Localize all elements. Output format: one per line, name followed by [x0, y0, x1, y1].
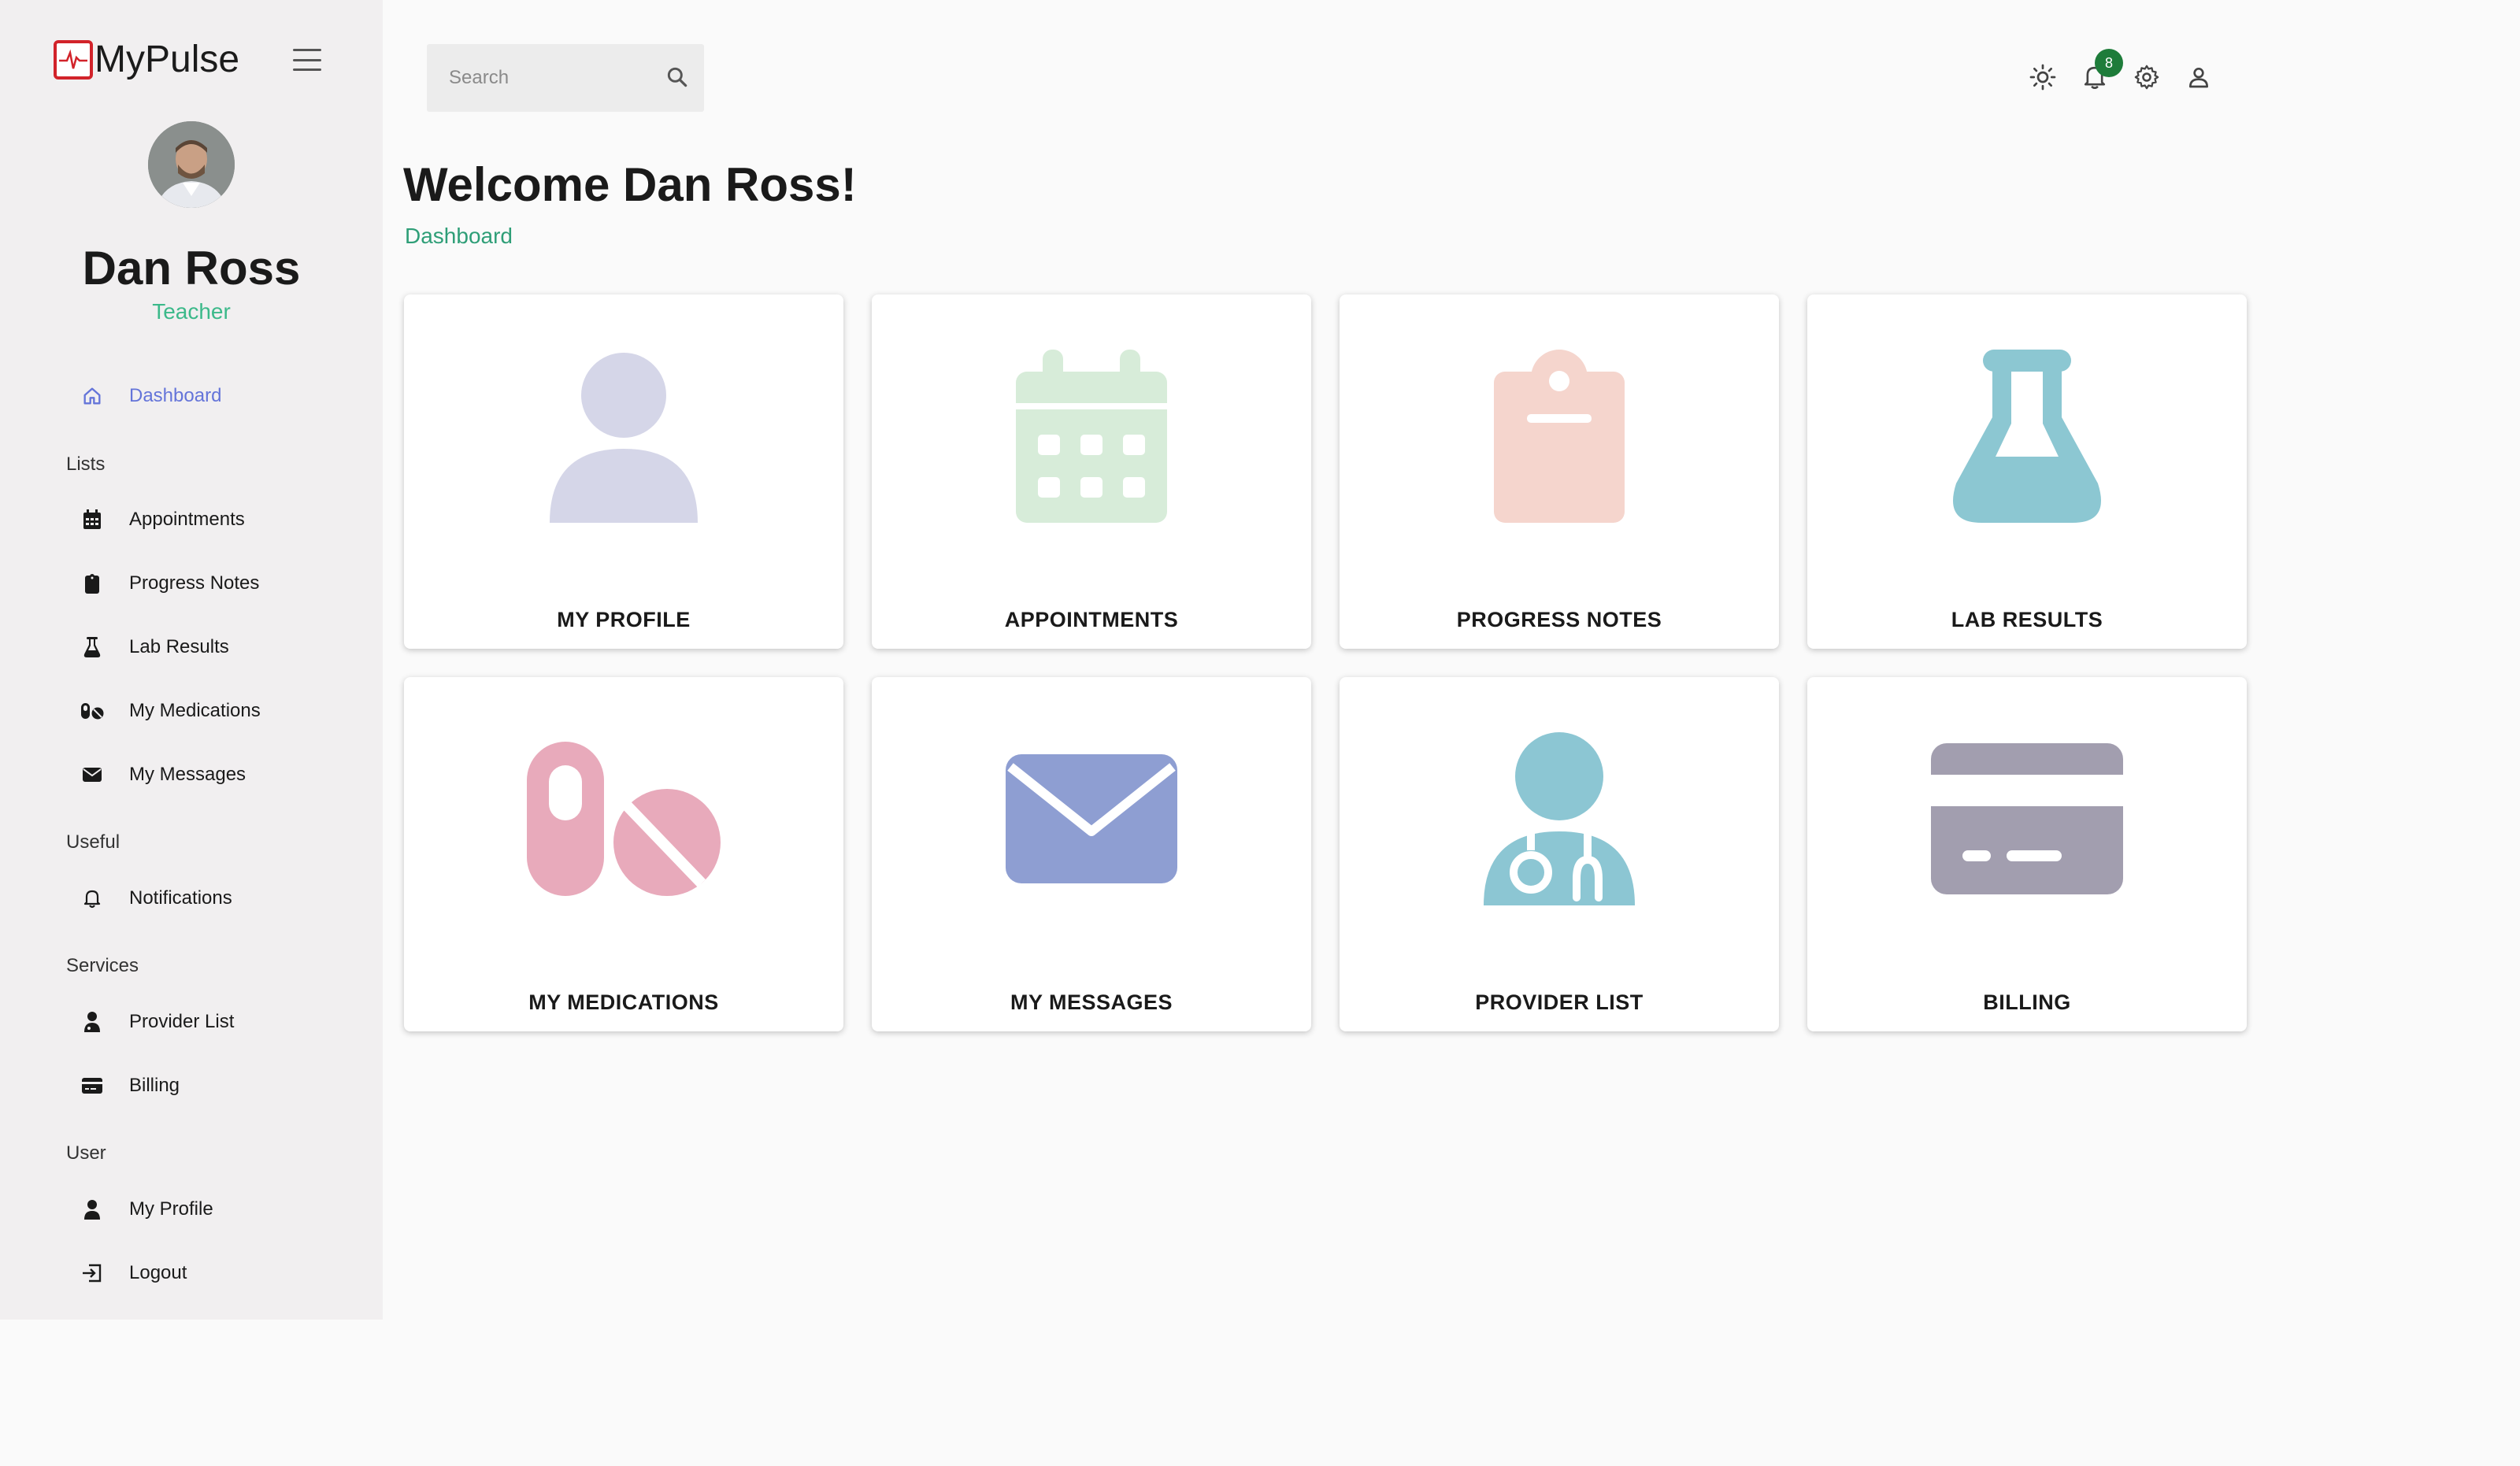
tile-label: BILLING [1983, 990, 2071, 1014]
credit-card-icon [1807, 724, 2247, 913]
tile-label: MY PROFILE [557, 608, 691, 631]
pills-icon [79, 698, 106, 724]
flask-icon [1807, 342, 2247, 531]
settings-gear-icon[interactable] [2131, 61, 2162, 93]
sidebar-item-dashboard[interactable]: Dashboard [79, 372, 221, 420]
sidebar-item-notifications[interactable]: Notifications [79, 875, 232, 922]
flask-icon [79, 634, 106, 661]
home-icon [79, 383, 106, 409]
tile-provider-list[interactable]: PROVIDER LIST [1340, 677, 1779, 1031]
search-input[interactable] [427, 67, 647, 89]
sidebar-item-my-messages[interactable]: My Messages [79, 751, 246, 798]
tile-appointments[interactable]: APPOINTMENTS [872, 294, 1311, 649]
page-title: Welcome Dan Ross! [403, 158, 857, 211]
pulse-logo-icon [54, 39, 93, 80]
tile-label: PROGRESS NOTES [1456, 608, 1662, 631]
sidebar-item-label: Dashboard [129, 385, 222, 406]
tile-label: MY MEDICATIONS [528, 990, 719, 1014]
sidebar-item-label: Logout [129, 1262, 187, 1283]
sidebar-item-label: My Messages [129, 764, 246, 785]
tile-my-messages[interactable]: MY MESSAGES [872, 677, 1311, 1031]
sidebar-item-billing[interactable]: Billing [79, 1062, 180, 1109]
sidebar-item-label: Progress Notes [129, 572, 260, 594]
tile-label: LAB RESULTS [1951, 608, 2103, 631]
search-bar [427, 44, 704, 112]
clipboard-icon [1340, 342, 1779, 531]
user-name: Dan Ross [82, 242, 301, 294]
sidebar-item-appointments[interactable]: Appointments [79, 496, 245, 543]
bell-icon [79, 885, 106, 912]
tile-label: MY MESSAGES [1010, 990, 1173, 1014]
sidebar-item-label: Notifications [129, 887, 232, 909]
sidebar-item-label: Appointments [129, 509, 245, 530]
clipboard-icon [79, 570, 106, 597]
calendar-icon [872, 342, 1311, 531]
sidebar-item-my-medications[interactable]: My Medications [79, 687, 261, 735]
sidebar-item-progress-notes[interactable]: Progress Notes [79, 560, 259, 607]
user-role: Teacher [152, 299, 231, 324]
sidebar-item-label: My Profile [129, 1198, 213, 1220]
calendar-icon [79, 506, 106, 533]
person-icon [79, 1196, 106, 1223]
avatar[interactable] [148, 121, 235, 208]
tile-progress-notes[interactable]: PROGRESS NOTES [1340, 294, 1779, 649]
person-icon [404, 342, 843, 531]
tile-my-medications[interactable]: MY MEDICATIONS [404, 677, 843, 1031]
brand-name: MyPulse [94, 39, 240, 80]
envelope-icon [872, 724, 1311, 913]
sidebar: MyPulse Dan Ross Teacher Dashboard Lists… [0, 0, 383, 1320]
pills-icon [404, 724, 843, 913]
tile-label: PROVIDER LIST [1475, 990, 1644, 1014]
user-account-icon[interactable] [2183, 61, 2214, 93]
sidebar-item-label: Billing [129, 1075, 180, 1096]
section-label-useful: Useful [66, 831, 120, 853]
sidebar-item-lab-results[interactable]: Lab Results [79, 624, 229, 671]
sidebar-item-label: Provider List [129, 1011, 235, 1032]
sidebar-item-provider-list[interactable]: Provider List [79, 998, 234, 1046]
notification-count-badge: 8 [2095, 49, 2123, 77]
section-label-services: Services [66, 955, 139, 976]
doctor-icon [1340, 724, 1779, 913]
doctor-icon [79, 1009, 106, 1035]
tile-label: APPOINTMENTS [1004, 608, 1179, 631]
sidebar-item-label: My Medications [129, 700, 261, 721]
tile-billing[interactable]: BILLING [1807, 677, 2247, 1031]
section-label-user: User [66, 1142, 106, 1164]
search-icon[interactable] [665, 65, 690, 94]
breadcrumb[interactable]: Dashboard [405, 224, 513, 249]
theme-toggle-sun-icon[interactable] [2027, 61, 2059, 93]
credit-card-icon [79, 1072, 106, 1099]
envelope-icon [79, 761, 106, 788]
tile-lab-results[interactable]: LAB RESULTS [1807, 294, 2247, 649]
hamburger-menu-icon[interactable] [293, 49, 321, 71]
logout-icon [79, 1260, 106, 1286]
sidebar-item-label: Lab Results [129, 636, 229, 657]
sidebar-item-my-profile[interactable]: My Profile [79, 1186, 213, 1233]
sidebar-item-logout[interactable]: Logout [79, 1249, 187, 1297]
tile-my-profile[interactable]: MY PROFILE [404, 294, 843, 649]
brand[interactable]: MyPulse [54, 38, 239, 81]
section-label-lists: Lists [66, 453, 106, 475]
